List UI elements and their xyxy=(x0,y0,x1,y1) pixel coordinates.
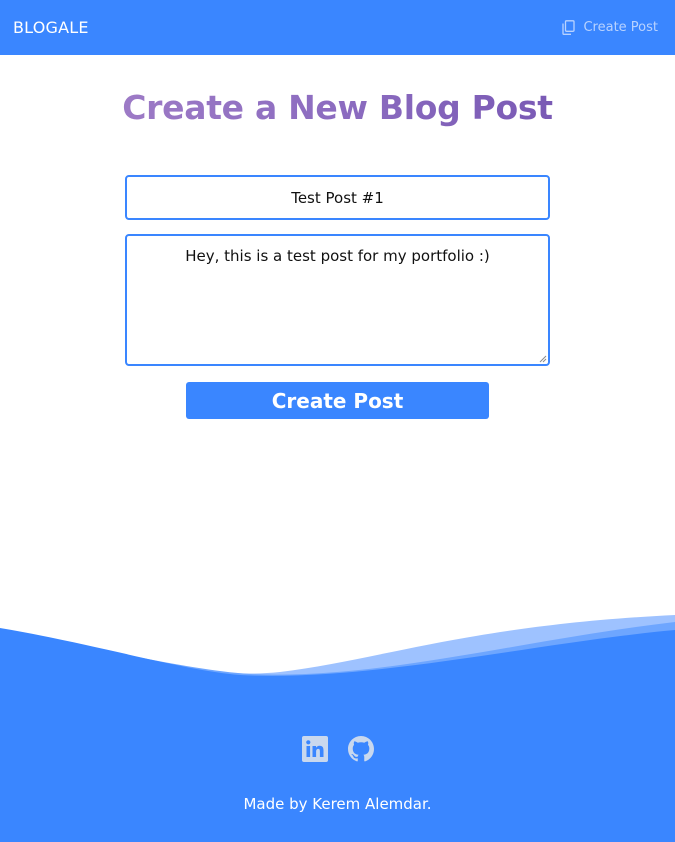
resize-grip-icon[interactable] xyxy=(539,355,547,363)
footer-credit: Made by Kerem Alemdar. xyxy=(243,795,432,813)
footer: Made by Kerem Alemdar. xyxy=(0,703,675,842)
copy-icon xyxy=(562,20,576,35)
post-title-input[interactable] xyxy=(125,175,550,220)
footer-wave xyxy=(0,615,675,705)
linkedin-link[interactable] xyxy=(301,736,328,762)
create-post-button[interactable]: Create Post xyxy=(186,382,489,419)
linkedin-icon xyxy=(301,736,328,762)
create-post-nav-label: Create Post xyxy=(583,20,658,35)
navbar: BLOGALE Create Post xyxy=(0,0,675,55)
github-link[interactable] xyxy=(347,736,374,762)
page-title: Create a New Blog Post xyxy=(0,88,675,127)
brand-link[interactable]: BLOGALE xyxy=(13,18,89,37)
create-post-nav-link[interactable]: Create Post xyxy=(562,20,658,35)
post-content-textarea[interactable]: Hey, this is a test post for my portfoli… xyxy=(125,234,550,366)
footer-social-links xyxy=(0,736,675,762)
github-icon xyxy=(347,736,374,762)
